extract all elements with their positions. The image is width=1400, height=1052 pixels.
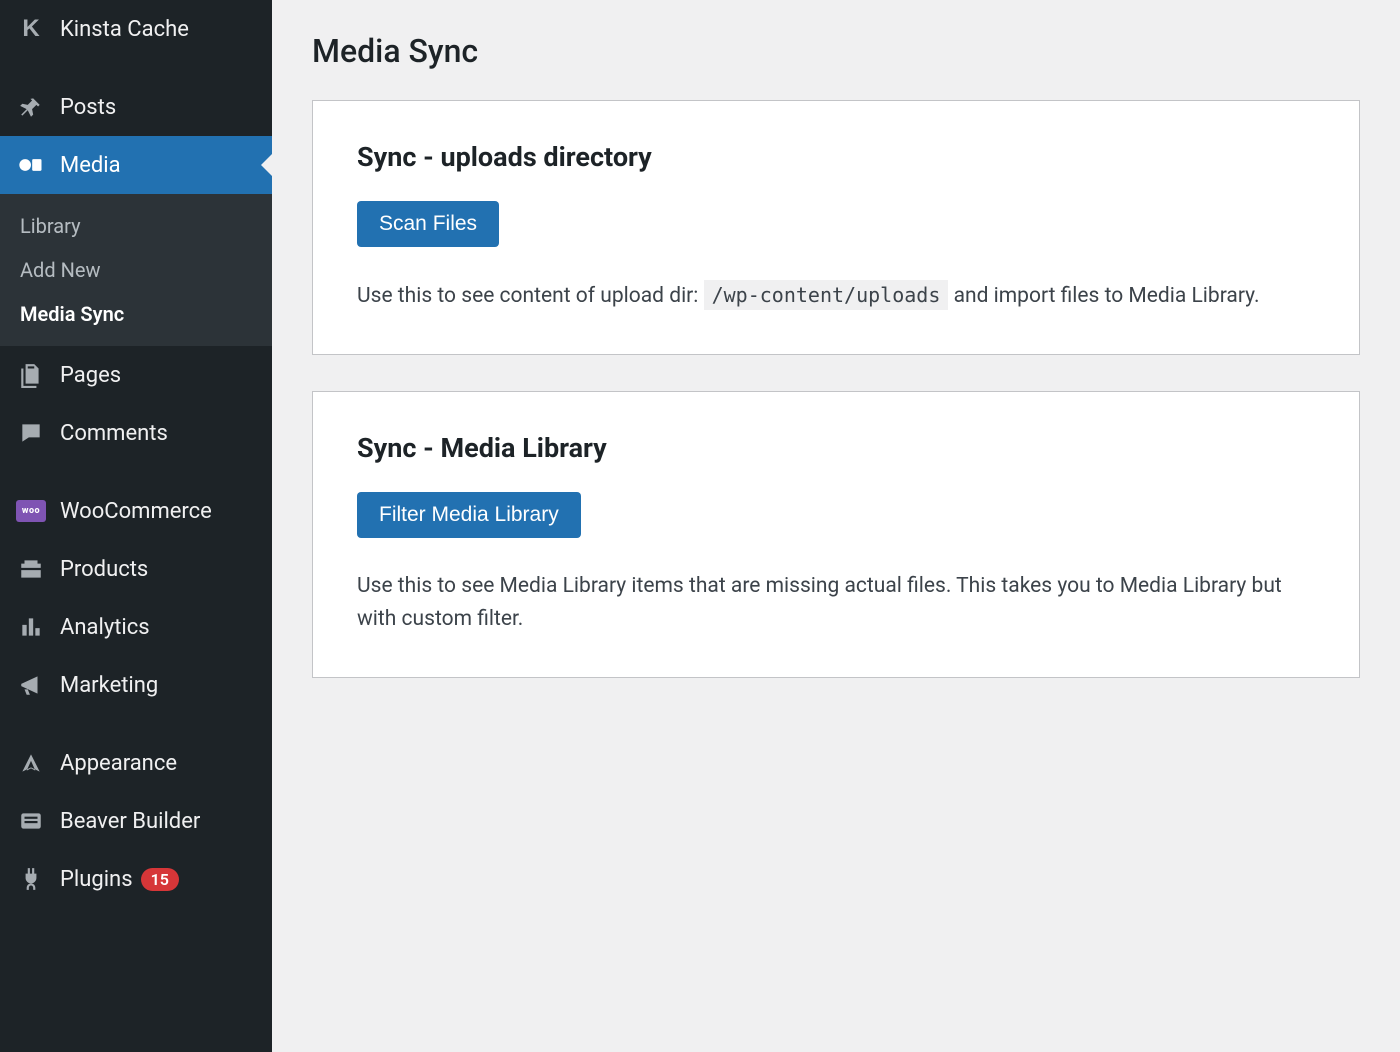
pages-icon [16, 360, 46, 390]
card-description: Use this to see Media Library items that… [357, 570, 1315, 637]
sidebar-item-pages[interactable]: Pages [0, 346, 272, 404]
sidebar-item-woocommerce[interactable]: woo WooCommerce [0, 482, 272, 540]
upload-dir-path: /wp-content/uploads [704, 280, 949, 310]
sidebar-item-media[interactable]: Media [0, 136, 272, 194]
sidebar-item-beaver-builder[interactable]: Beaver Builder [0, 792, 272, 850]
sidebar-submenu-media: Library Add New Media Sync [0, 194, 272, 346]
analytics-icon [16, 612, 46, 642]
woo-icon: woo [16, 496, 46, 526]
sidebar-item-analytics[interactable]: Analytics [0, 598, 272, 656]
sidebar-item-comments[interactable]: Comments [0, 404, 272, 462]
main-content: Media Sync Sync - uploads directory Scan… [272, 0, 1400, 1052]
sidebar-item-plugins[interactable]: Plugins 15 [0, 850, 272, 908]
sidebar-item-label: Kinsta Cache [60, 17, 189, 42]
submenu-item-add-new[interactable]: Add New [0, 248, 272, 292]
sidebar-item-label: Beaver Builder [60, 809, 200, 834]
sidebar-item-products[interactable]: Products [0, 540, 272, 598]
page-title: Media Sync [312, 32, 1360, 70]
sidebar-item-label: Posts [60, 95, 116, 120]
sidebar-item-kinsta-cache[interactable]: K Kinsta Cache [0, 0, 272, 58]
card-sync-media-library: Sync - Media Library Filter Media Librar… [312, 391, 1360, 678]
plugins-icon [16, 864, 46, 894]
sidebar-item-label: Pages [60, 363, 121, 388]
card-description: Use this to see content of upload dir: /… [357, 279, 1315, 314]
card-sync-uploads: Sync - uploads directory Scan Files Use … [312, 100, 1360, 355]
marketing-icon [16, 670, 46, 700]
sidebar-item-label: Media [60, 153, 121, 178]
sidebar-item-label: Products [60, 557, 148, 582]
sidebar-item-appearance[interactable]: Appearance [0, 734, 272, 792]
card-heading: Sync - uploads directory [357, 141, 1315, 173]
admin-sidebar: K Kinsta Cache Posts Media Library Add N… [0, 0, 272, 1052]
sidebar-item-label: Marketing [60, 673, 158, 698]
kinsta-icon: K [16, 14, 46, 44]
sidebar-item-posts[interactable]: Posts [0, 78, 272, 136]
sidebar-item-marketing[interactable]: Marketing [0, 656, 272, 714]
sidebar-item-label: WooCommerce [60, 499, 212, 524]
submenu-item-library[interactable]: Library [0, 204, 272, 248]
sidebar-item-label: Plugins [60, 867, 133, 892]
pin-icon [16, 92, 46, 122]
card-heading: Sync - Media Library [357, 432, 1315, 464]
sidebar-item-label: Appearance [60, 751, 177, 776]
comments-icon [16, 418, 46, 448]
sidebar-item-label: Analytics [60, 615, 150, 640]
filter-media-library-button[interactable]: Filter Media Library [357, 492, 581, 538]
plugins-update-badge: 15 [141, 868, 179, 891]
appearance-icon [16, 748, 46, 778]
products-icon [16, 554, 46, 584]
beaver-icon [16, 806, 46, 836]
submenu-item-media-sync[interactable]: Media Sync [0, 292, 272, 336]
media-icon [16, 150, 46, 180]
sidebar-item-label: Comments [60, 421, 168, 446]
scan-files-button[interactable]: Scan Files [357, 201, 499, 247]
